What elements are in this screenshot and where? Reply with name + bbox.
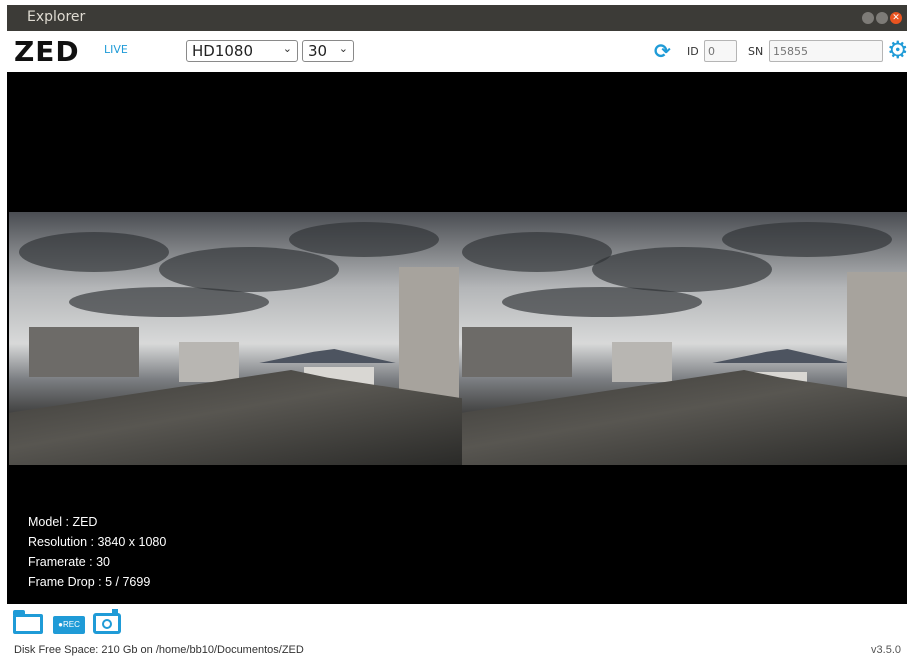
maximize-button[interactable] <box>876 12 888 24</box>
refresh-icon[interactable]: ⟳ <box>654 39 671 63</box>
chevron-down-icon: ⌄ <box>282 42 292 55</box>
camera-id-field[interactable] <box>704 40 737 62</box>
chevron-down-icon: ⌄ <box>338 42 348 55</box>
settings-gear-icon[interactable]: ⚙ <box>887 36 907 64</box>
frame-drop-info: Frame Drop : 5 / 7699 <box>28 575 151 589</box>
window-title: Explorer <box>27 9 86 25</box>
folder-icon[interactable] <box>13 610 43 634</box>
version-label: v3.5.0 <box>871 644 901 656</box>
model-info: Model : ZED <box>28 515 98 529</box>
zed-logo: ZED <box>14 35 80 68</box>
window-titlebar: Explorer ✕ <box>7 5 907 31</box>
id-label: ID <box>687 45 699 58</box>
resolution-info: Resolution : 3840 x 1080 <box>28 535 167 549</box>
right-camera-feed <box>462 212 907 465</box>
camera-info-overlay: Model : ZED Resolution : 3840 x 1080 Fra… <box>28 512 166 592</box>
live-badge: LIVE <box>104 43 128 56</box>
toolbar: ZED LIVE HD1080 ⌄ 30 ⌄ ⟳ ID SN ⚙ <box>7 31 907 72</box>
minimize-button[interactable] <box>862 12 874 24</box>
resolution-select-value: HD1080 <box>192 42 254 60</box>
fps-select[interactable]: 30 ⌄ <box>302 40 354 62</box>
video-viewer: Model : ZED Resolution : 3840 x 1080 Fra… <box>7 72 907 604</box>
record-icon[interactable]: ●REC <box>53 616 85 634</box>
fps-select-value: 30 <box>308 42 328 60</box>
sn-label: SN <box>748 45 764 58</box>
left-camera-feed <box>9 212 464 465</box>
close-button[interactable]: ✕ <box>890 12 902 24</box>
serial-number-field[interactable] <box>769 40 883 62</box>
framerate-info: Framerate : 30 <box>28 555 110 569</box>
resolution-select[interactable]: HD1080 ⌄ <box>186 40 298 62</box>
disk-status: Disk Free Space: 210 Gb on /home/bb10/Do… <box>14 644 304 656</box>
snapshot-camera-icon[interactable] <box>93 609 121 634</box>
